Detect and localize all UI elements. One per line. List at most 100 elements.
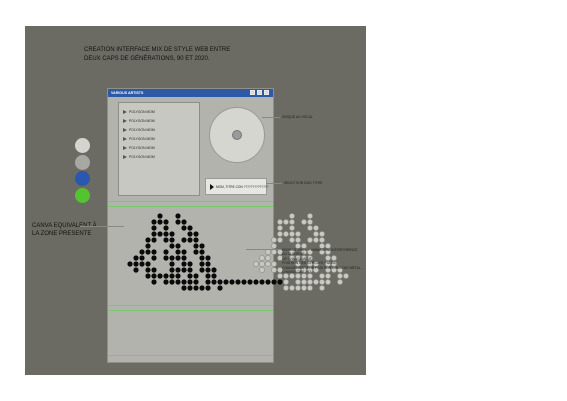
leader-line (80, 226, 124, 227)
pixel-dot-filled (175, 243, 181, 249)
pixel-dot-filled (169, 255, 175, 261)
leader-line (266, 183, 282, 184)
pixel-dot-outline (289, 285, 295, 291)
pixel-dot-outline (295, 279, 301, 285)
pixel-dot-filled (193, 249, 199, 255)
pixel-dot-filled (175, 273, 181, 279)
pixel-dot-outline (289, 213, 295, 219)
pixel-canva[interactable] (0, 0, 567, 401)
pixel-dot-outline (271, 249, 277, 255)
pixel-dot-filled (175, 219, 181, 225)
leader-line (262, 117, 280, 118)
pixel-dot-outline (283, 219, 289, 225)
pixel-dot-filled (133, 261, 139, 267)
pixel-dot-filled (205, 261, 211, 267)
pixel-dot-filled (181, 279, 187, 285)
pixel-dot-filled (175, 255, 181, 261)
pixel-dot-filled (145, 237, 151, 243)
pixel-dot-outline (307, 225, 313, 231)
pixel-dot-filled (169, 267, 175, 273)
pixel-dot-outline (283, 279, 289, 285)
pixel-dot-outline (271, 237, 277, 243)
pixel-dot-filled (187, 273, 193, 279)
pixel-dot-outline (313, 237, 319, 243)
pixel-dot-filled (151, 255, 157, 261)
annotation-pixel-1: DEVRAIT PIXEL + ANIMATION, INTERFERENCE … (282, 248, 358, 257)
pixel-dot-outline (289, 237, 295, 243)
pixel-dot-outline (325, 279, 331, 285)
pixel-dot-filled (181, 237, 187, 243)
pixel-dot-outline (337, 279, 343, 285)
pixel-dot-filled (169, 237, 175, 243)
pixel-dot-filled (241, 279, 247, 285)
pixel-dot-filled (145, 243, 151, 249)
pixel-dot-outline (265, 255, 271, 261)
pixel-dot-outline (253, 261, 259, 267)
pixel-dot-outline (271, 243, 277, 249)
pixel-dot-filled (163, 231, 169, 237)
pixel-dot-filled (145, 261, 151, 267)
pixel-dot-filled (175, 279, 181, 285)
pixel-dot-filled (187, 279, 193, 285)
pixel-dot-filled (277, 279, 283, 285)
pixel-dot-filled (157, 213, 163, 219)
pixel-dot-filled (199, 261, 205, 267)
pixel-dot-outline (289, 225, 295, 231)
pixel-dot-filled (169, 273, 175, 279)
pixel-dot-outline (319, 279, 325, 285)
pixel-dot-filled (139, 261, 145, 267)
pixel-dot-filled (151, 267, 157, 273)
pixel-dot-outline (271, 261, 277, 267)
pixel-dot-filled (145, 267, 151, 273)
pixel-dot-filled (211, 273, 217, 279)
pixel-dot-filled (193, 279, 199, 285)
pixel-dot-outline (265, 249, 271, 255)
pixel-dot-filled (199, 285, 205, 291)
pixel-dot-outline (259, 267, 265, 273)
pixel-dot-filled (151, 231, 157, 237)
pixel-dot-filled (151, 219, 157, 225)
pixel-dot-filled (163, 255, 169, 261)
pixel-dot-filled (211, 267, 217, 273)
pixel-dot-filled (169, 261, 175, 267)
pixel-dot-outline (313, 231, 319, 237)
pixel-dot-filled (169, 231, 175, 237)
pixel-dot-filled (151, 237, 157, 243)
pixel-dot-filled (271, 279, 277, 285)
pixel-dot-outline (277, 219, 283, 225)
pixel-dot-outline (307, 237, 313, 243)
pixel-dot-outline (289, 231, 295, 237)
pixel-dot-filled (211, 279, 217, 285)
pixel-dot-outline (295, 285, 301, 291)
pixel-dot-filled (199, 243, 205, 249)
pixel-dot-filled (181, 261, 187, 267)
pixel-dot-filled (151, 279, 157, 285)
pixel-dot-filled (205, 267, 211, 273)
pixel-dot-filled (205, 279, 211, 285)
pixel-dot-filled (205, 255, 211, 261)
annotation-lecture: SELECTION DUO TITRE (284, 181, 323, 185)
pixel-dot-filled (187, 267, 193, 273)
pixel-dot-outline (259, 255, 265, 261)
pixel-dot-filled (157, 273, 163, 279)
pixel-dot-outline (301, 219, 307, 225)
pixel-dot-filled (259, 279, 265, 285)
pixel-dot-filled (181, 267, 187, 273)
pixel-dot-outline (283, 285, 289, 291)
pixel-dot-outline (301, 279, 307, 285)
pixel-dot-outline (301, 285, 307, 291)
pixel-dot-outline (319, 231, 325, 237)
pixel-dot-filled (199, 249, 205, 255)
annotation-cover: DISQUE AU VOCAL (282, 115, 313, 119)
pixel-dot-filled (163, 279, 169, 285)
pixel-dot-filled (163, 273, 169, 279)
pixel-dot-filled (193, 231, 199, 237)
pixel-dot-outline (265, 261, 271, 267)
pixel-dot-filled (163, 237, 169, 243)
pixel-dot-filled (175, 213, 181, 219)
pixel-dot-outline (319, 285, 325, 291)
pixel-dot-filled (235, 279, 241, 285)
pixel-dot-filled (145, 273, 151, 279)
pixel-dot-filled (217, 279, 223, 285)
annotation-canva: CANVA EQUIVALENT À LA ZONE PRESENTE (32, 222, 97, 238)
